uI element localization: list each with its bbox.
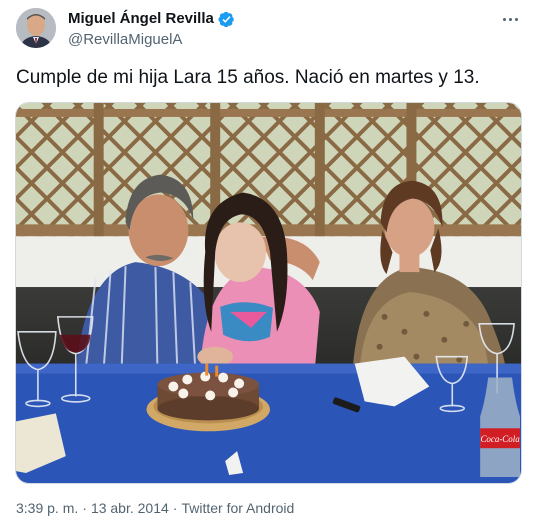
tweet-date[interactable]: 13 abr. 2014 [91, 500, 169, 516]
author-display-name[interactable]: Miguel Ángel Revilla [68, 10, 214, 28]
bottle-label: Coca-Cola [480, 434, 520, 444]
author-handle[interactable]: @RevillaMiguelA [68, 31, 182, 49]
tweet-time[interactable]: 3:39 p. m. [16, 500, 78, 516]
avatar-image [16, 8, 56, 48]
tweet: Miguel Ángel Revilla @RevillaMiguelA Cum… [0, 0, 536, 528]
meta-separator: · [172, 500, 178, 516]
author-avatar[interactable] [16, 8, 56, 48]
photo-image: Coca-Cola [16, 103, 521, 483]
verified-badge-icon [218, 11, 234, 27]
tweet-meta: 3:39 p. m. · 13 abr. 2014 · Twitter for … [16, 500, 294, 516]
tweet-source[interactable]: Twitter for Android [181, 500, 294, 516]
tweet-text: Cumple de mi hija Lara 15 años. Nació en… [16, 67, 480, 88]
author-name-row[interactable]: Miguel Ángel Revilla [68, 10, 235, 28]
tweet-photo[interactable]: Coca-Cola [15, 102, 522, 484]
meta-separator: · [82, 500, 87, 516]
more-options-icon[interactable] [496, 8, 524, 30]
